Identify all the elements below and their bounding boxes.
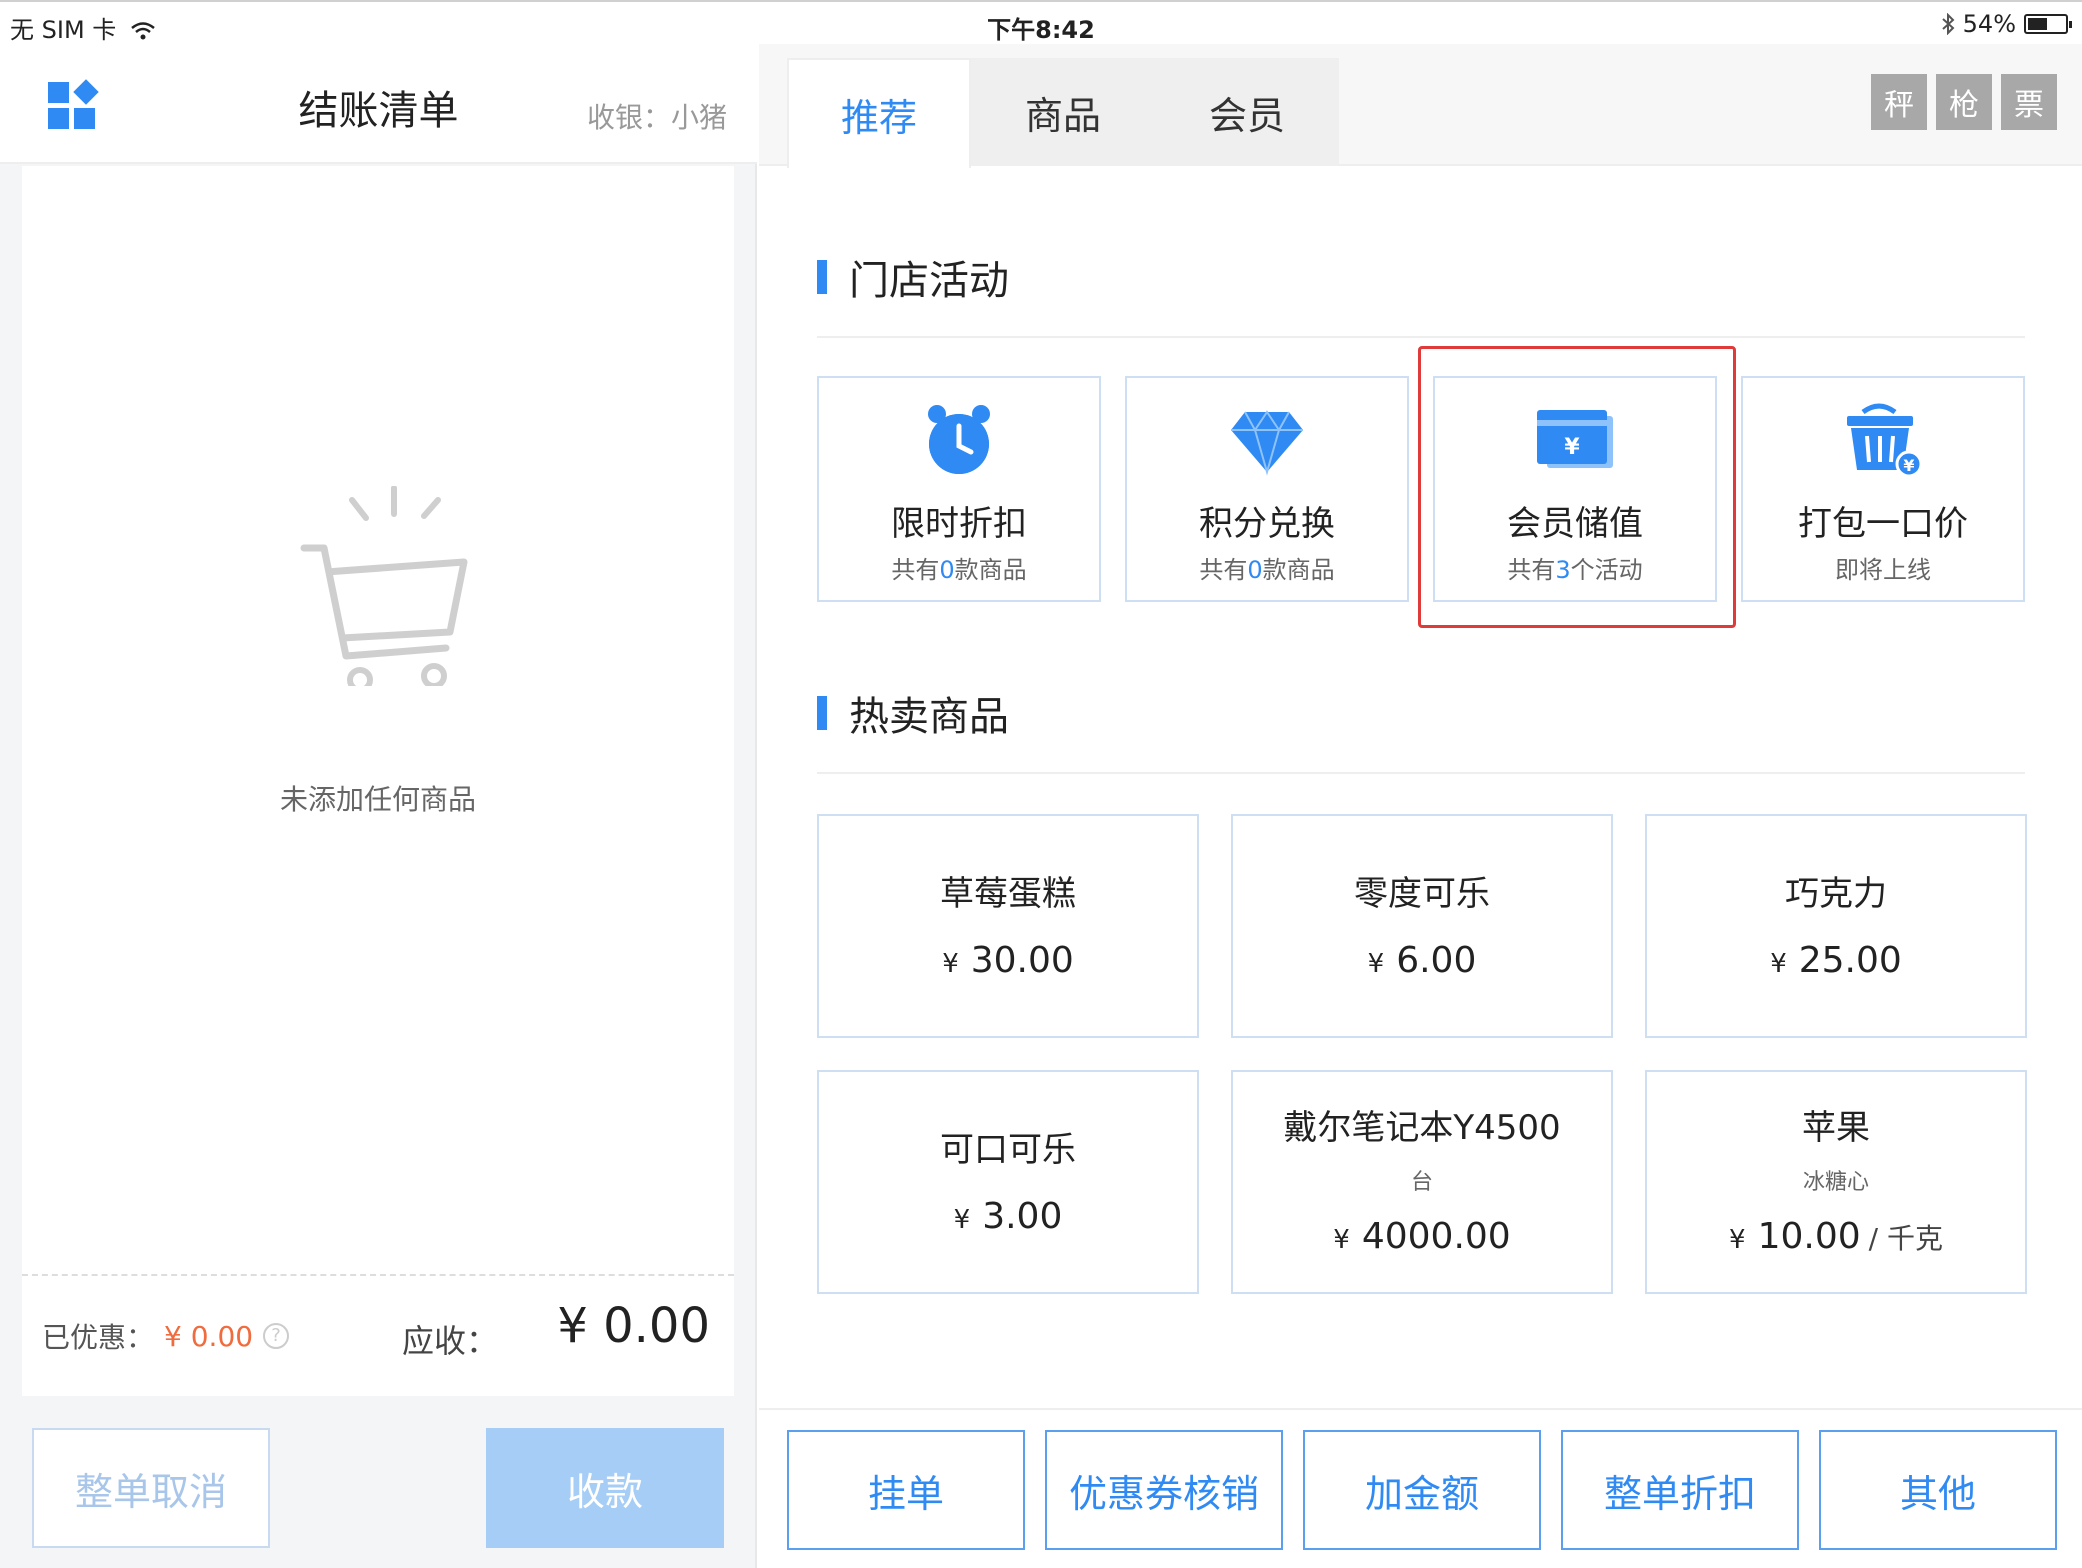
divider <box>817 336 2025 338</box>
selection-highlight <box>1418 346 1736 628</box>
activity-sub: 即将上线 <box>1835 556 1931 584</box>
product-name: 巧克力 <box>1785 874 1887 914</box>
activity-sub: 共有0款商品 <box>1199 556 1335 584</box>
receipt-edge <box>22 1384 734 1394</box>
activity-bundle-price[interactable]: ¥ 打包一口价 即将上线 <box>1741 376 2025 602</box>
battery-percent: 54% <box>1962 10 2016 38</box>
tab-recommend[interactable]: 推荐 <box>787 58 971 168</box>
hot-products-title: 热卖商品 <box>849 694 1009 740</box>
product-name: 戴尔笔记本Y4500 <box>1283 1108 1561 1148</box>
discount-summary: 已优惠： ¥ 0.00 ? <box>42 1316 290 1356</box>
product-card[interactable]: 零度可乐 ¥6.00 <box>1231 814 1613 1038</box>
activity-name: 限时折扣 <box>891 504 1027 544</box>
activities-heading: 门店活动 <box>817 248 1009 306</box>
empty-cart-text: 未添加任何商品 <box>279 783 476 816</box>
cancel-order-button[interactable]: 整单取消 <box>32 1428 270 1548</box>
clock: 下午8:42 <box>987 16 1095 44</box>
action-bar: 挂单 优惠券核销 加金额 整单折扣 其他 <box>759 1408 2082 1568</box>
divider <box>817 772 2025 774</box>
hold-order-button[interactable]: 挂单 <box>787 1430 1025 1550</box>
battery-icon <box>2024 14 2072 34</box>
product-name: 零度可乐 <box>1354 874 1490 914</box>
help-icon[interactable]: ? <box>263 1323 290 1349</box>
basket-icon: ¥ <box>1847 403 1923 478</box>
product-price: ¥30.00 <box>942 940 1074 981</box>
amount-due-value: ¥ 0.00 <box>557 1298 710 1354</box>
divider <box>22 1274 734 1276</box>
product-price: ¥25.00 <box>1770 940 1902 981</box>
bluetooth-icon <box>1941 13 1955 35</box>
empty-cart-icon <box>300 486 468 686</box>
discount-label: 已优惠： <box>42 1321 155 1354</box>
activity-sub: 共有0款商品 <box>891 556 1027 584</box>
section-marker <box>817 260 827 294</box>
product-card[interactable]: 苹果 冰糖心 ¥10.00/ 千克 <box>1645 1070 2027 1294</box>
product-card[interactable]: 巧克力 ¥25.00 <box>1645 814 2027 1038</box>
add-amount-button[interactable]: 加金额 <box>1303 1430 1541 1550</box>
receipt-list: 未添加任何商品 已优惠： ¥ 0.00 ? 应收： ¥ 0.00 <box>22 166 734 1396</box>
product-name: 苹果 <box>1802 1108 1870 1148</box>
checkout-panel: 结账清单 收银：小猪 未添加任何商品 已优惠： ¥ 0.00 ? 应收： ¥ 0… <box>0 44 757 1568</box>
hot-products-heading: 热卖商品 <box>817 684 1009 742</box>
discount-value: ¥ 0.00 <box>164 1319 254 1353</box>
alarm-clock-icon <box>928 405 990 474</box>
product-card[interactable]: 戴尔笔记本Y4500 台 ¥4000.00 <box>1231 1070 1613 1294</box>
battery-status: 54% <box>1941 10 2072 38</box>
cashier-label: 收银：小猪 <box>586 101 727 134</box>
coupon-redeem-button[interactable]: 优惠券核销 <box>1045 1430 1283 1550</box>
activity-limited-discount[interactable]: 限时折扣 共有0款商品 <box>817 376 1101 602</box>
svg-text:¥: ¥ <box>1903 456 1914 475</box>
product-unit: 台 <box>1410 1170 1433 1195</box>
more-button[interactable]: 其他 <box>1819 1430 2057 1550</box>
product-price: ¥6.00 <box>1367 940 1477 981</box>
amount-due-label: 应收： <box>402 1322 499 1360</box>
product-price: ¥4000.00 <box>1333 1216 1511 1257</box>
scale-button[interactable]: 秤 <box>1871 74 1927 130</box>
activity-points-exchange[interactable]: 积分兑换 共有0款商品 <box>1125 376 1409 602</box>
ticket-button[interactable]: 票 <box>2001 74 2057 130</box>
product-name: 可口可乐 <box>940 1130 1076 1170</box>
activity-name: 积分兑换 <box>1199 504 1335 544</box>
activities-title: 门店活动 <box>849 258 1009 304</box>
activity-name: 打包一口价 <box>1798 504 1968 544</box>
tab-products[interactable]: 商品 <box>971 58 1155 166</box>
product-unit: 冰糖心 <box>1802 1170 1869 1195</box>
order-discount-button[interactable]: 整单折扣 <box>1561 1430 1799 1550</box>
product-card[interactable]: 草莓蛋糕 ¥30.00 <box>817 814 1199 1038</box>
tab-bar: 推荐 商品 会员 秤 枪 票 <box>759 44 2082 168</box>
diamond-icon <box>1231 410 1303 476</box>
main-panel: 推荐 商品 会员 秤 枪 票 门店活动 限时折扣 共有0款商品 积分兑换 共有0… <box>759 44 2082 1568</box>
product-price: ¥10.00/ 千克 <box>1729 1216 1943 1257</box>
product-card[interactable]: 可口可乐 ¥3.00 <box>817 1070 1199 1294</box>
scanner-button[interactable]: 枪 <box>1936 74 1992 130</box>
checkout-pay-button[interactable]: 收款 <box>486 1428 724 1548</box>
tab-members[interactable]: 会员 <box>1155 58 1339 166</box>
product-price: ¥3.00 <box>953 1196 1063 1237</box>
product-name: 草莓蛋糕 <box>940 874 1076 914</box>
section-marker <box>817 696 827 730</box>
checkout-header: 结账清单 收银：小猪 <box>0 44 757 164</box>
status-bar: 无 SIM 卡 下午8:42 54% <box>0 0 2082 44</box>
